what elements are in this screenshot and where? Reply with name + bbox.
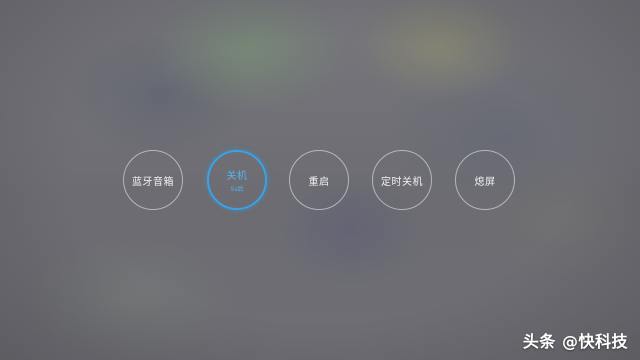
scheduled-shutdown-label: 定时关机 — [381, 176, 423, 188]
screen-off-label: 熄屏 — [474, 176, 496, 188]
power-off-countdown: 5s后 — [230, 186, 244, 193]
restart-button[interactable]: 重启 — [289, 150, 349, 210]
scheduled-shutdown-button[interactable]: 定时关机 — [372, 150, 432, 210]
restart-label: 重启 — [308, 176, 330, 188]
bluetooth-speaker-label: 蓝牙音箱 — [132, 176, 174, 188]
power-off-label: 关机 — [226, 171, 248, 182]
power-menu: 蓝牙音箱 关机 5s后 重启 定时关机 熄屏 — [0, 0, 640, 360]
watermark-text: 头条 @快科技 — [522, 332, 628, 351]
screen-off-button[interactable]: 熄屏 — [455, 150, 515, 210]
bluetooth-speaker-button[interactable]: 蓝牙音箱 — [123, 150, 183, 210]
power-off-button[interactable]: 关机 5s后 — [207, 150, 267, 210]
